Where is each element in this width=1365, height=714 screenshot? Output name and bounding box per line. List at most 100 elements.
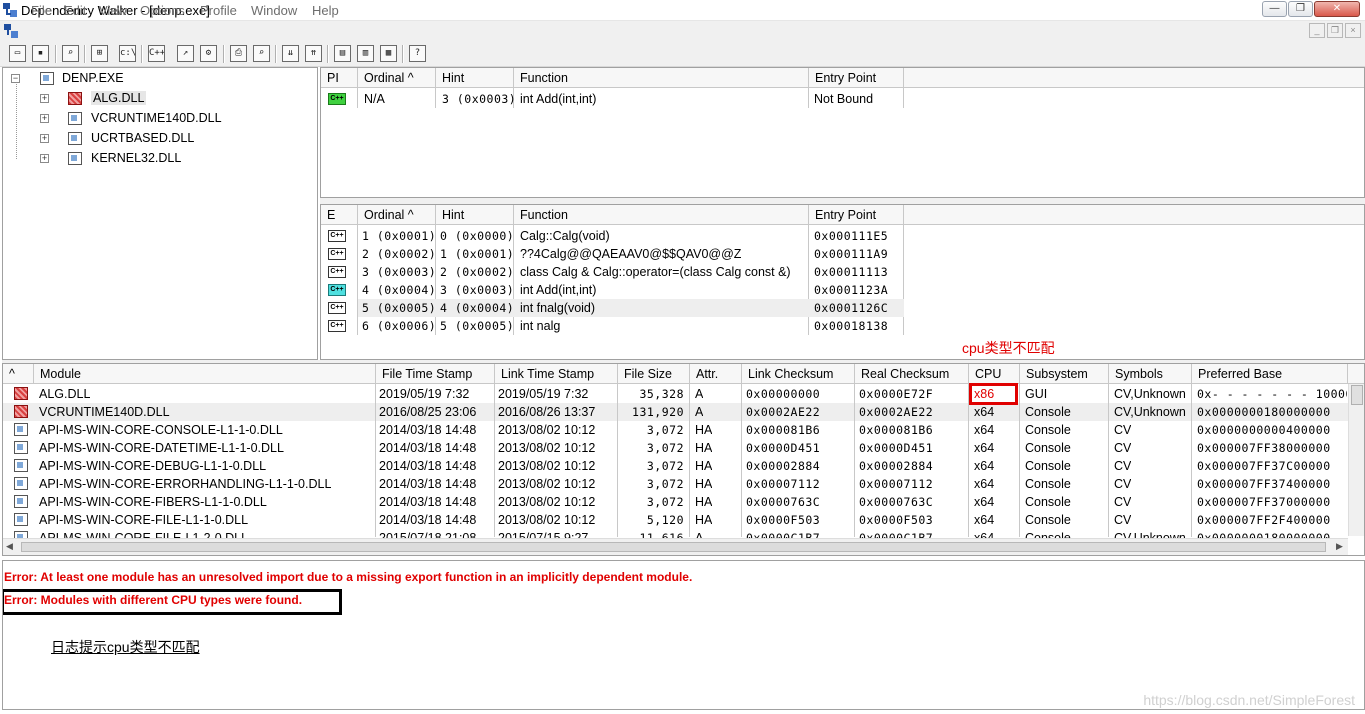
module-name[interactable]: VCRUNTIME140D.DLL	[39, 403, 170, 421]
col-file-size[interactable]: File Size	[618, 364, 690, 384]
col-function[interactable]: Function	[514, 68, 809, 88]
cpp-undecorate-icon[interactable]: C++	[148, 45, 165, 62]
restore-button[interactable]: ❐	[1288, 1, 1313, 17]
close-button[interactable]: ✕	[1314, 1, 1360, 17]
export-function[interactable]: int Add(int,int)	[520, 281, 596, 299]
subsystem: Console	[1025, 477, 1071, 491]
col-file-time-stamp[interactable]: File Time Stamp	[376, 364, 495, 384]
menu-view[interactable]: View	[99, 3, 127, 18]
cpu-type: x64	[974, 495, 995, 509]
export-hint: 0 (0x0000)	[440, 229, 515, 243]
menu-edit[interactable]: Edit	[64, 3, 86, 18]
module-name[interactable]: API-MS-WIN-CORE-DEBUG-L1-1-0.DLL	[39, 457, 266, 475]
full-paths-icon[interactable]: c:\	[119, 45, 136, 62]
copy-tree-icon[interactable]: ⊞	[91, 45, 108, 62]
col-link-time-stamp[interactable]: Link Time Stamp	[495, 364, 618, 384]
module-name[interactable]: API-MS-WIN-CORE-DATETIME-L1-1-0.DLL	[39, 439, 284, 457]
collapse-toggle[interactable]: −	[11, 74, 20, 83]
profile-start-icon[interactable]: ↗	[177, 45, 194, 62]
tree-item-ucrtbased[interactable]: UCRTBASED.DLL	[91, 131, 194, 145]
expand-toggle[interactable]: +	[40, 134, 49, 143]
col-entry-point[interactable]: Entry Point	[809, 68, 904, 88]
expand-toggle[interactable]: +	[40, 114, 49, 123]
tree-item-vcruntime[interactable]: VCRUNTIME140D.DLL	[91, 111, 222, 125]
export-function[interactable]: class Calg & Calg::operator=(class Calg …	[520, 263, 791, 281]
find-icon[interactable]: ⌕	[62, 45, 79, 62]
col-preferred-base[interactable]: Preferred Base	[1192, 364, 1348, 384]
help-icon[interactable]: ?	[409, 45, 426, 62]
menu-profile[interactable]: Profile	[200, 3, 237, 18]
mdi-restore-button[interactable]: ❐	[1327, 23, 1343, 38]
symbols: CV,Unknown	[1114, 387, 1186, 401]
log-error-unresolved: Error: At least one module has an unreso…	[4, 570, 693, 584]
real-checksum: 0x0000D451	[859, 441, 934, 455]
expand-toggle[interactable]: +	[40, 94, 49, 103]
collapse-icon[interactable]: ⇈	[305, 45, 322, 62]
col-pi[interactable]: PI	[321, 68, 358, 88]
minimize-button[interactable]: —	[1262, 1, 1287, 17]
scroll-left-icon[interactable]: ◀	[6, 541, 13, 552]
preferred-base: 0x000007FF37000000	[1197, 495, 1331, 509]
col-attr[interactable]: Attr.	[690, 364, 742, 384]
export-function[interactable]: ??4Calg@@QAEAAV0@$$QAV0@@Z	[520, 245, 741, 263]
menu-options[interactable]: Options	[140, 3, 185, 18]
columns-icon[interactable]: ▦	[380, 45, 397, 62]
horizontal-scrollbar[interactable]: ◀ ▶	[3, 538, 1348, 555]
col-link-checksum[interactable]: Link Checksum	[742, 364, 855, 384]
tree-root[interactable]: DENP.EXE	[62, 71, 124, 85]
import-function[interactable]: int Add(int,int)	[520, 90, 596, 108]
export-function[interactable]: int nalg	[520, 317, 560, 335]
h-scroll-thumb[interactable]	[21, 542, 1326, 552]
tile-icon[interactable]: ▤	[334, 45, 351, 62]
mdi-minimize-button[interactable]: _	[1309, 23, 1325, 38]
col-cpu[interactable]: CPU	[969, 364, 1020, 384]
tree-item-kernel32[interactable]: KERNEL32.DLL	[91, 151, 181, 165]
profile-options-icon[interactable]: ⚙	[200, 45, 217, 62]
col-ordinal[interactable]: Ordinal ^	[358, 205, 436, 225]
col-hint[interactable]: Hint	[436, 205, 514, 225]
module-name[interactable]: API-MS-WIN-CORE-ERRORHANDLING-L1-1-0.DLL	[39, 475, 331, 493]
vertical-scrollbar[interactable]	[1348, 384, 1364, 536]
col-function[interactable]: Function	[514, 205, 809, 225]
open-icon[interactable]: ▭	[9, 45, 26, 62]
save-icon[interactable]: ▪	[32, 45, 49, 62]
module-name[interactable]: API-MS-WIN-CORE-FILE-L1-1-0.DLL	[39, 511, 248, 529]
module-name[interactable]: API-MS-WIN-CORE-FIBERS-L1-1-0.DLL	[39, 493, 267, 511]
col-subsystem[interactable]: Subsystem	[1020, 364, 1109, 384]
menu-window[interactable]: Window	[251, 3, 297, 18]
scroll-thumb[interactable]	[1351, 385, 1363, 405]
attributes: A	[695, 405, 704, 419]
mdi-document-icon[interactable]	[4, 24, 18, 38]
col-module[interactable]: Module	[34, 364, 376, 384]
print-icon[interactable]: ⎙	[230, 45, 247, 62]
module-icon	[14, 423, 28, 436]
col-hint[interactable]: Hint	[436, 68, 514, 88]
expand-toggle[interactable]: +	[40, 154, 49, 163]
col-entry-point[interactable]: Entry Point	[809, 205, 904, 225]
print-preview-icon[interactable]: ⌕	[253, 45, 270, 62]
module-name[interactable]: API-MS-WIN-CORE-CONSOLE-L1-1-0.DLL	[39, 421, 283, 439]
col-symbols[interactable]: Symbols	[1109, 364, 1192, 384]
mdi-close-button[interactable]: ×	[1345, 23, 1361, 38]
cpu-type: x64	[974, 405, 995, 419]
file-time-stamp: 2014/03/18 14:48	[379, 513, 477, 527]
tree-item-alg[interactable]: ALG.DLL	[91, 91, 147, 105]
scroll-right-icon[interactable]: ▶	[1336, 541, 1343, 552]
col-e[interactable]: E	[321, 205, 358, 225]
attributes: HA	[695, 459, 713, 473]
export-entry: 0x0001126C	[814, 301, 889, 315]
module-name[interactable]: ALG.DLL	[39, 385, 90, 403]
menu-help[interactable]: Help	[312, 3, 339, 18]
expand-icon[interactable]: ⇊	[282, 45, 299, 62]
export-function[interactable]: int fnalg(void)	[520, 299, 595, 317]
module-list-pane: ^ Module File Time Stamp Link Time Stamp Fil…	[2, 363, 1365, 556]
cpu-type: x64	[974, 459, 995, 473]
preferred-base: 0x0000000180000000	[1197, 405, 1331, 419]
export-function[interactable]: Calg::Calg(void)	[520, 227, 610, 245]
split-icon[interactable]: ▥	[357, 45, 374, 62]
menu-file[interactable]: File	[31, 3, 52, 18]
col-sort[interactable]: ^	[3, 364, 34, 384]
divider	[617, 384, 618, 537]
col-ordinal[interactable]: Ordinal ^	[358, 68, 436, 88]
col-real-checksum[interactable]: Real Checksum	[855, 364, 969, 384]
